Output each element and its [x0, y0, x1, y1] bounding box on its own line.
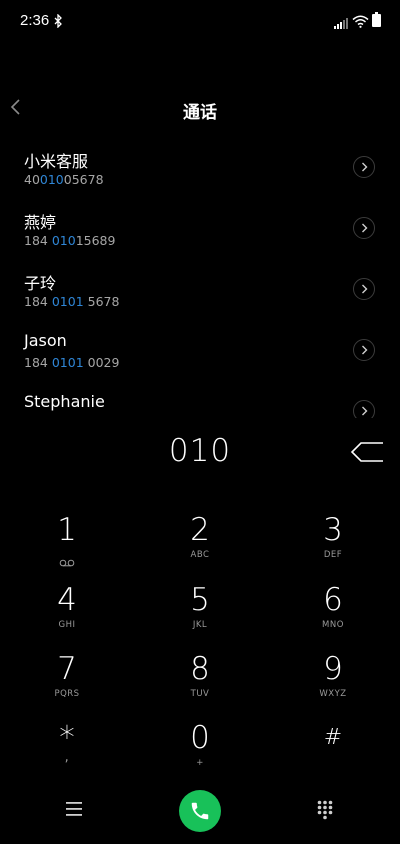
key-8[interactable]: 8 TUV [145, 651, 255, 713]
key-digit: # [323, 725, 343, 750]
key-5[interactable]: 5 JKL [145, 582, 255, 644]
key-hash[interactable]: # [278, 720, 388, 782]
contact-detail-button[interactable] [353, 339, 375, 361]
number-match: 0101 [51, 355, 84, 370]
contact-name: Stephanie [24, 392, 105, 411]
key-digit: 2 [190, 512, 210, 548]
key-letters: WXYZ [319, 689, 347, 699]
key-letters: , [64, 750, 70, 765]
contact-row[interactable]: 小米客服 4001005678 [0, 136, 400, 197]
key-4[interactable]: 4 GHI [12, 582, 122, 644]
contact-number: 184 0103 1005 [24, 416, 119, 418]
number-prefix: 40 [24, 172, 40, 187]
dialed-number: 010 [168, 433, 232, 469]
contact-results-list: 小米客服 4001005678 燕婷 184 01015689 子玲 184 0… [0, 136, 400, 418]
key-letters: + [196, 758, 204, 768]
page-title: 通话 [183, 103, 217, 123]
contact-name: 小米客服 [24, 152, 89, 171]
chevron-right-icon [362, 162, 368, 172]
bluetooth-icon [54, 13, 63, 32]
contact-number: 4001005678 [24, 172, 104, 187]
number-prefix: 184 [24, 294, 52, 309]
contact-detail-button[interactable] [353, 278, 375, 300]
number-prefix: 184 [24, 416, 52, 418]
key-letters: ABC [190, 550, 210, 560]
key-digit: 6 [323, 582, 343, 618]
key-letters: DEF [323, 550, 343, 560]
key-2[interactable]: 2 ABC [145, 512, 255, 574]
key-digit: 4 [57, 582, 77, 618]
key-letters: MNO [322, 620, 344, 630]
key-letters: JKL [192, 620, 208, 630]
key-digit: 1 [57, 512, 77, 548]
number-match: 0103 [52, 416, 84, 418]
call-button[interactable] [179, 790, 221, 832]
key-1[interactable]: 1 [12, 512, 122, 574]
key-7[interactable]: 7 PQRS [12, 651, 122, 713]
dialpad-toggle-button[interactable] [317, 800, 333, 824]
key-digit: 7 [57, 651, 77, 687]
number-suffix: 15689 [75, 233, 116, 248]
menu-icon [66, 802, 82, 816]
dialpad-icon [317, 800, 333, 820]
number-suffix: 0029 [83, 355, 120, 370]
key-digit: 3 [323, 512, 343, 548]
battery-icon [372, 12, 381, 31]
number-match: 010 [51, 233, 76, 248]
key-letters: TUV [190, 689, 210, 699]
contact-name: Jason [24, 331, 67, 350]
number-prefix: 184 [24, 233, 52, 248]
key-9[interactable]: 9 WXYZ [278, 651, 388, 713]
contact-name: 子玲 [24, 274, 57, 293]
header: 通话 [0, 88, 400, 132]
key-digit: 0 [190, 720, 210, 756]
chevron-right-icon [362, 345, 368, 355]
contact-number: 184 01015689 [24, 233, 115, 248]
backspace-icon [350, 442, 383, 462]
contact-detail-button[interactable] [353, 217, 375, 239]
contact-detail-button[interactable] [353, 156, 375, 178]
menu-button[interactable] [64, 801, 84, 821]
number-prefix: 184 [24, 355, 52, 370]
key-3[interactable]: 3 DEF [278, 512, 388, 574]
key-star[interactable]: * , [12, 720, 122, 782]
contact-row[interactable]: Jason 184 0101 0029 [0, 319, 400, 380]
chevron-right-icon [362, 406, 368, 416]
contact-name: 燕婷 [24, 213, 57, 232]
contact-row[interactable]: Stephanie 184 0103 1005 [0, 380, 400, 418]
number-suffix: 5678 [83, 294, 120, 309]
voicemail-icon [59, 552, 75, 571]
chevron-right-icon [362, 223, 368, 233]
number-match: 010 [39, 172, 64, 187]
key-digit: 8 [190, 651, 210, 687]
contact-detail-button[interactable] [353, 400, 375, 418]
status-time: 2:36 [20, 12, 50, 29]
key-letters: PQRS [54, 689, 80, 699]
chevron-right-icon [362, 284, 368, 294]
status-bar: 2:36 [0, 0, 400, 44]
contact-number: 184 0101 5678 [24, 294, 119, 309]
key-digit: 9 [323, 651, 343, 687]
signal-icon [334, 14, 348, 33]
key-0[interactable]: 0 + [145, 720, 255, 782]
backspace-button[interactable] [350, 440, 384, 468]
phone-icon [191, 802, 209, 820]
contact-number: 184 0101 0029 [24, 355, 119, 370]
key-digit: 5 [190, 582, 210, 618]
bottom-bar [0, 780, 400, 840]
number-suffix: 05678 [63, 172, 104, 187]
number-match: 0101 [51, 294, 84, 309]
contact-row[interactable]: 子玲 184 0101 5678 [0, 258, 400, 319]
wifi-icon [352, 13, 369, 32]
number-suffix: 1005 [84, 416, 120, 418]
key-6[interactable]: 6 MNO [278, 582, 388, 644]
key-letters: GHI [58, 620, 76, 630]
contact-row[interactable]: 燕婷 184 01015689 [0, 197, 400, 258]
